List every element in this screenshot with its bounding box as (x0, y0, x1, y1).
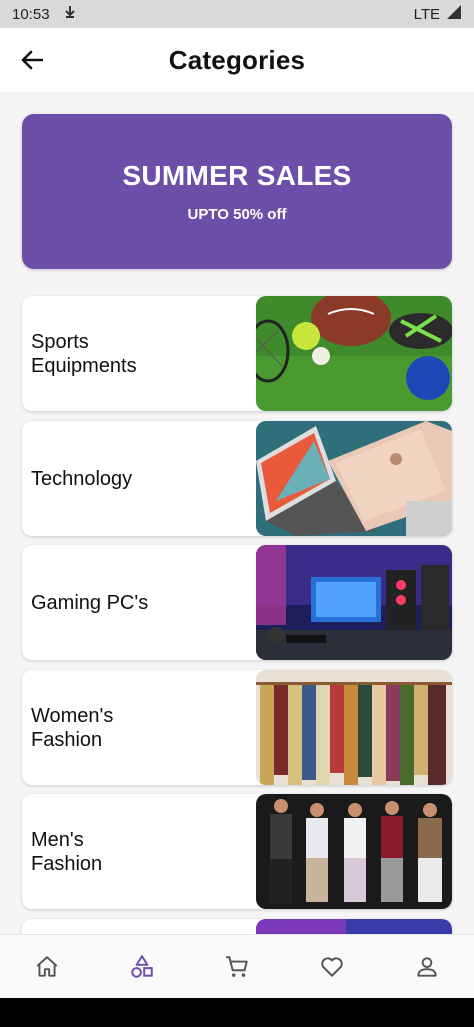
category-list-container[interactable]: SUMMER SALES UPTO 50% off Sports Equipme… (0, 92, 474, 934)
category-image-partial (256, 919, 452, 934)
page-title: Categories (168, 44, 306, 75)
category-card-mens-fashion[interactable]: Men's Fashion (22, 794, 452, 909)
arrow-left-icon (21, 50, 43, 70)
category-label: Men's Fashion (31, 828, 103, 875)
profile-icon (416, 956, 437, 977)
category-card-womens-fashion[interactable]: Women's Fashion (22, 670, 452, 785)
category-card-partial[interactable] (22, 919, 452, 934)
back-button[interactable] (14, 44, 50, 76)
nav-wishlist[interactable] (308, 943, 356, 991)
category-image-technology (256, 421, 452, 536)
system-navigation-bar (0, 998, 474, 1027)
category-card-gaming-pcs[interactable]: Gaming PC's (22, 545, 452, 660)
summer-sales-banner[interactable]: SUMMER SALES UPTO 50% off (22, 114, 452, 269)
category-label: Women's Fashion (31, 704, 114, 751)
category-image-gaming (256, 545, 452, 660)
category-image-womens-fashion (256, 670, 452, 785)
bottom-navigation (0, 934, 474, 998)
category-label: Technology (31, 467, 133, 490)
category-label: Sports Equipments (31, 330, 137, 377)
signal-icon (446, 4, 462, 24)
category-label (22, 919, 256, 934)
category-label: Gaming PC's (31, 591, 149, 614)
data-saver-icon (64, 5, 76, 23)
banner-subtitle: UPTO 50% off (187, 206, 287, 223)
status-time: 10:53 (12, 5, 50, 23)
status-bar: 10:53 LTE (0, 0, 474, 28)
app-bar: Categories (0, 28, 474, 92)
network-type: LTE (413, 5, 440, 23)
banner-title: SUMMER SALES (122, 160, 352, 191)
cart-icon (226, 955, 248, 977)
nav-categories[interactable] (118, 943, 166, 991)
heart-icon (321, 956, 343, 977)
nav-cart[interactable] (213, 943, 261, 991)
nav-home[interactable] (23, 943, 71, 991)
category-image-mens-fashion (256, 794, 452, 909)
category-card-technology[interactable]: Technology (22, 421, 452, 536)
categories-icon (131, 954, 153, 978)
home-icon (36, 955, 58, 977)
category-image-sports (256, 296, 452, 411)
nav-profile[interactable] (403, 943, 451, 991)
category-card-sports[interactable]: Sports Equipments (22, 296, 452, 411)
